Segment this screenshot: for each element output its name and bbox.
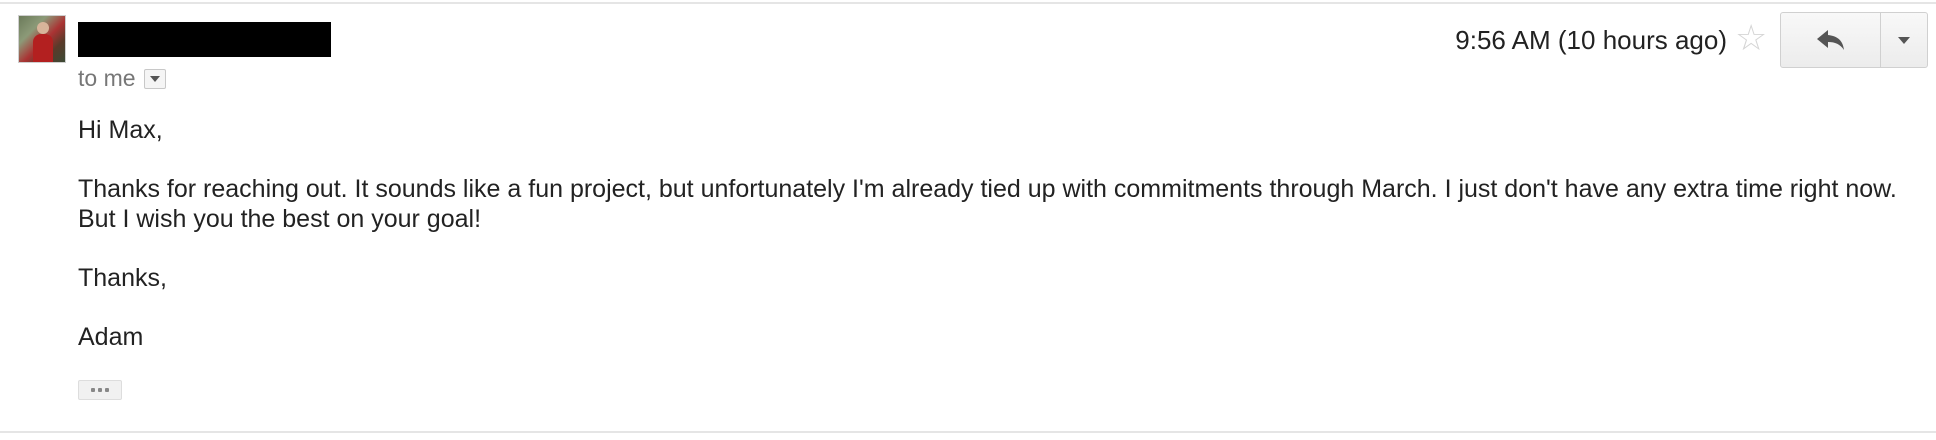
reply-button[interactable] xyxy=(1781,13,1881,67)
top-divider xyxy=(0,2,1936,4)
sender-avatar[interactable] xyxy=(18,15,66,63)
signature: Adam xyxy=(78,323,144,351)
chevron-down-icon xyxy=(149,75,160,82)
recipient-line: to me xyxy=(78,65,166,92)
show-trimmed-content-button[interactable] xyxy=(78,380,122,400)
sender-name-redacted xyxy=(78,22,331,57)
message-body: Hi Max, Thanks for reaching out. It soun… xyxy=(78,115,1898,381)
message-timestamp: 9:56 AM (10 hours ago) xyxy=(1455,25,1727,55)
more-actions-button[interactable] xyxy=(1881,13,1927,67)
reply-button-group xyxy=(1780,12,1928,68)
bottom-divider xyxy=(0,431,1936,433)
closing: Thanks, xyxy=(78,264,167,292)
star-icon[interactable]: ☆ xyxy=(1735,20,1767,56)
chevron-down-icon xyxy=(1898,36,1910,44)
recipient-details-dropdown[interactable] xyxy=(143,68,166,89)
ellipsis-icon xyxy=(91,388,95,392)
email-message: to me 9:56 AM (10 hours ago) ☆ Hi Max, T… xyxy=(0,0,1936,440)
body-paragraph: Thanks for reaching out. It sounds like … xyxy=(78,175,1897,233)
recipient-label: to me xyxy=(78,65,136,91)
greeting: Hi Max, xyxy=(78,116,163,144)
reply-icon xyxy=(1816,30,1844,50)
